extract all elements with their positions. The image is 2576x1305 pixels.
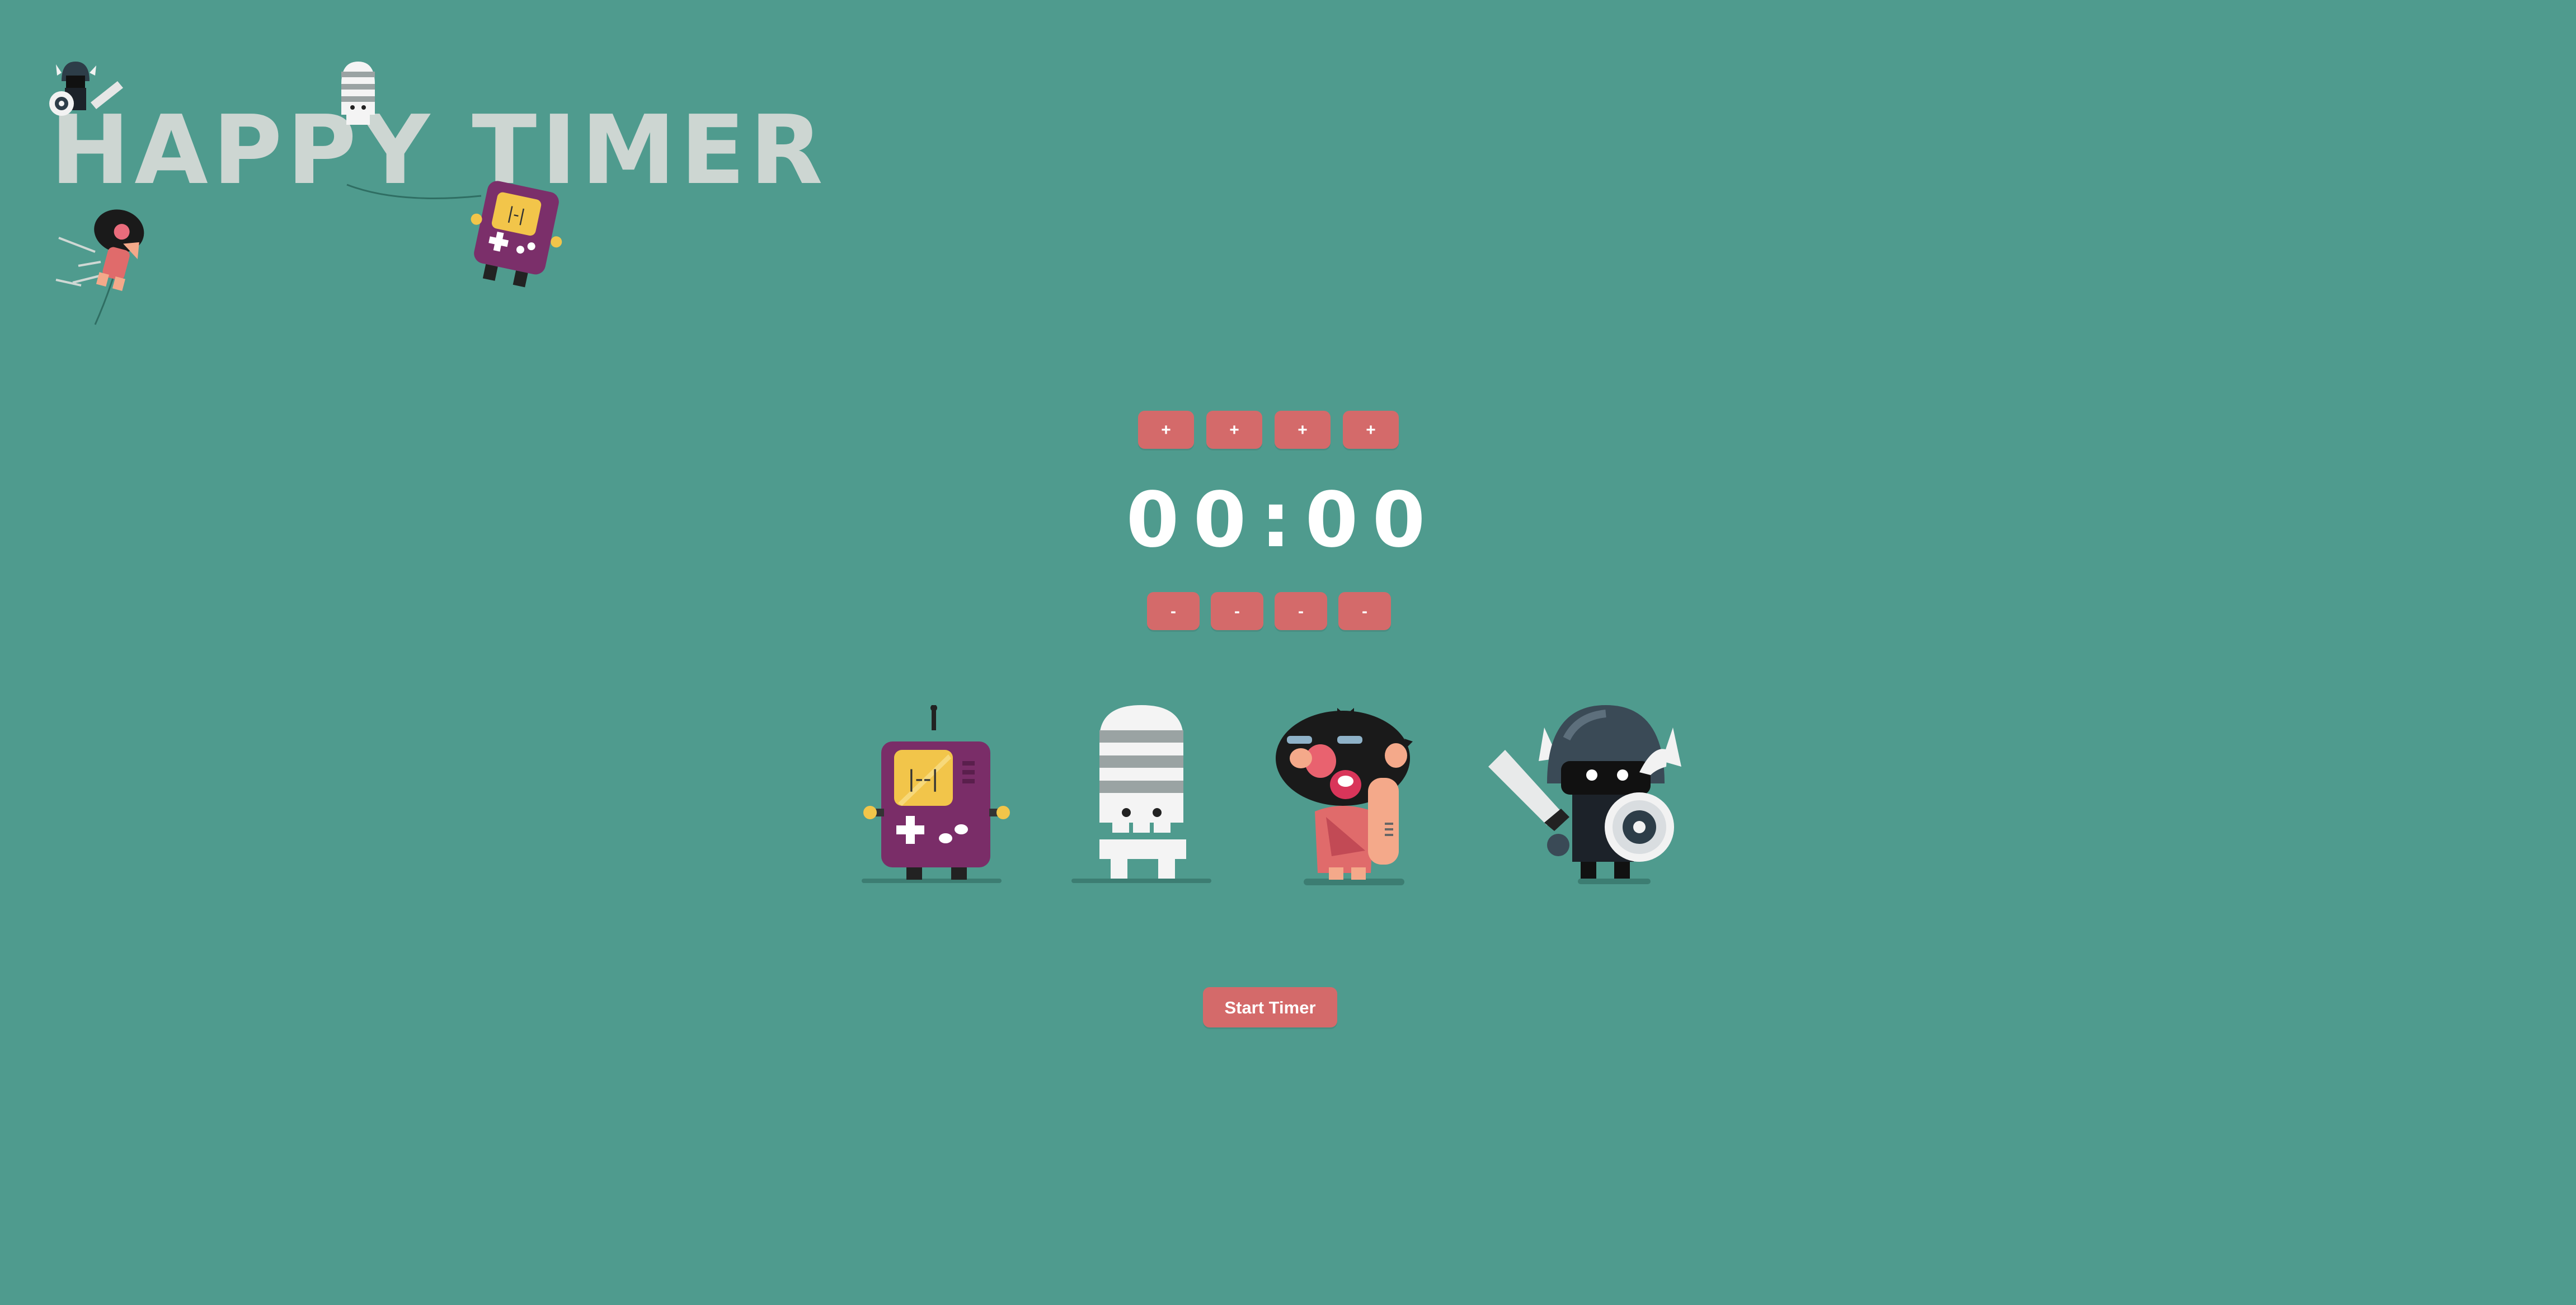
skeleton-character-icon xyxy=(1071,705,1211,883)
time-separator: : xyxy=(1260,476,1291,565)
increment-minutes-tens-button[interactable]: + xyxy=(1138,411,1194,449)
minutes-tens-digit: 0 xyxy=(1126,476,1179,565)
timer-display: 0 0 : 0 0 xyxy=(1125,476,1427,565)
game-console-character-icon: |--| xyxy=(862,705,1010,883)
svg-text:|--|: |--| xyxy=(908,766,939,792)
caveman-character-icon xyxy=(1276,708,1413,885)
character-row: |--| xyxy=(862,705,1681,885)
increment-minutes-ones-button[interactable]: + xyxy=(1206,411,1262,449)
minutes-ones-digit: 0 xyxy=(1193,476,1247,565)
decrement-seconds-ones-button[interactable]: - xyxy=(1338,592,1391,630)
decrement-minutes-tens-button[interactable]: - xyxy=(1147,592,1200,630)
seconds-tens-digit: 0 xyxy=(1305,476,1358,565)
increment-seconds-tens-button[interactable]: + xyxy=(1275,411,1331,449)
increment-seconds-ones-button[interactable]: + xyxy=(1343,411,1399,449)
knight-character-icon xyxy=(1488,705,1681,884)
start-timer-button[interactable]: Start Timer xyxy=(1203,987,1337,1027)
seconds-ones-digit: 0 xyxy=(1372,476,1426,565)
decrement-seconds-tens-button[interactable]: - xyxy=(1275,592,1327,630)
decrement-minutes-ones-button[interactable]: - xyxy=(1211,592,1263,630)
timer-panel: + + + + 0 0 : 0 0 - - - - |--| Start Tim… xyxy=(0,0,2576,1305)
